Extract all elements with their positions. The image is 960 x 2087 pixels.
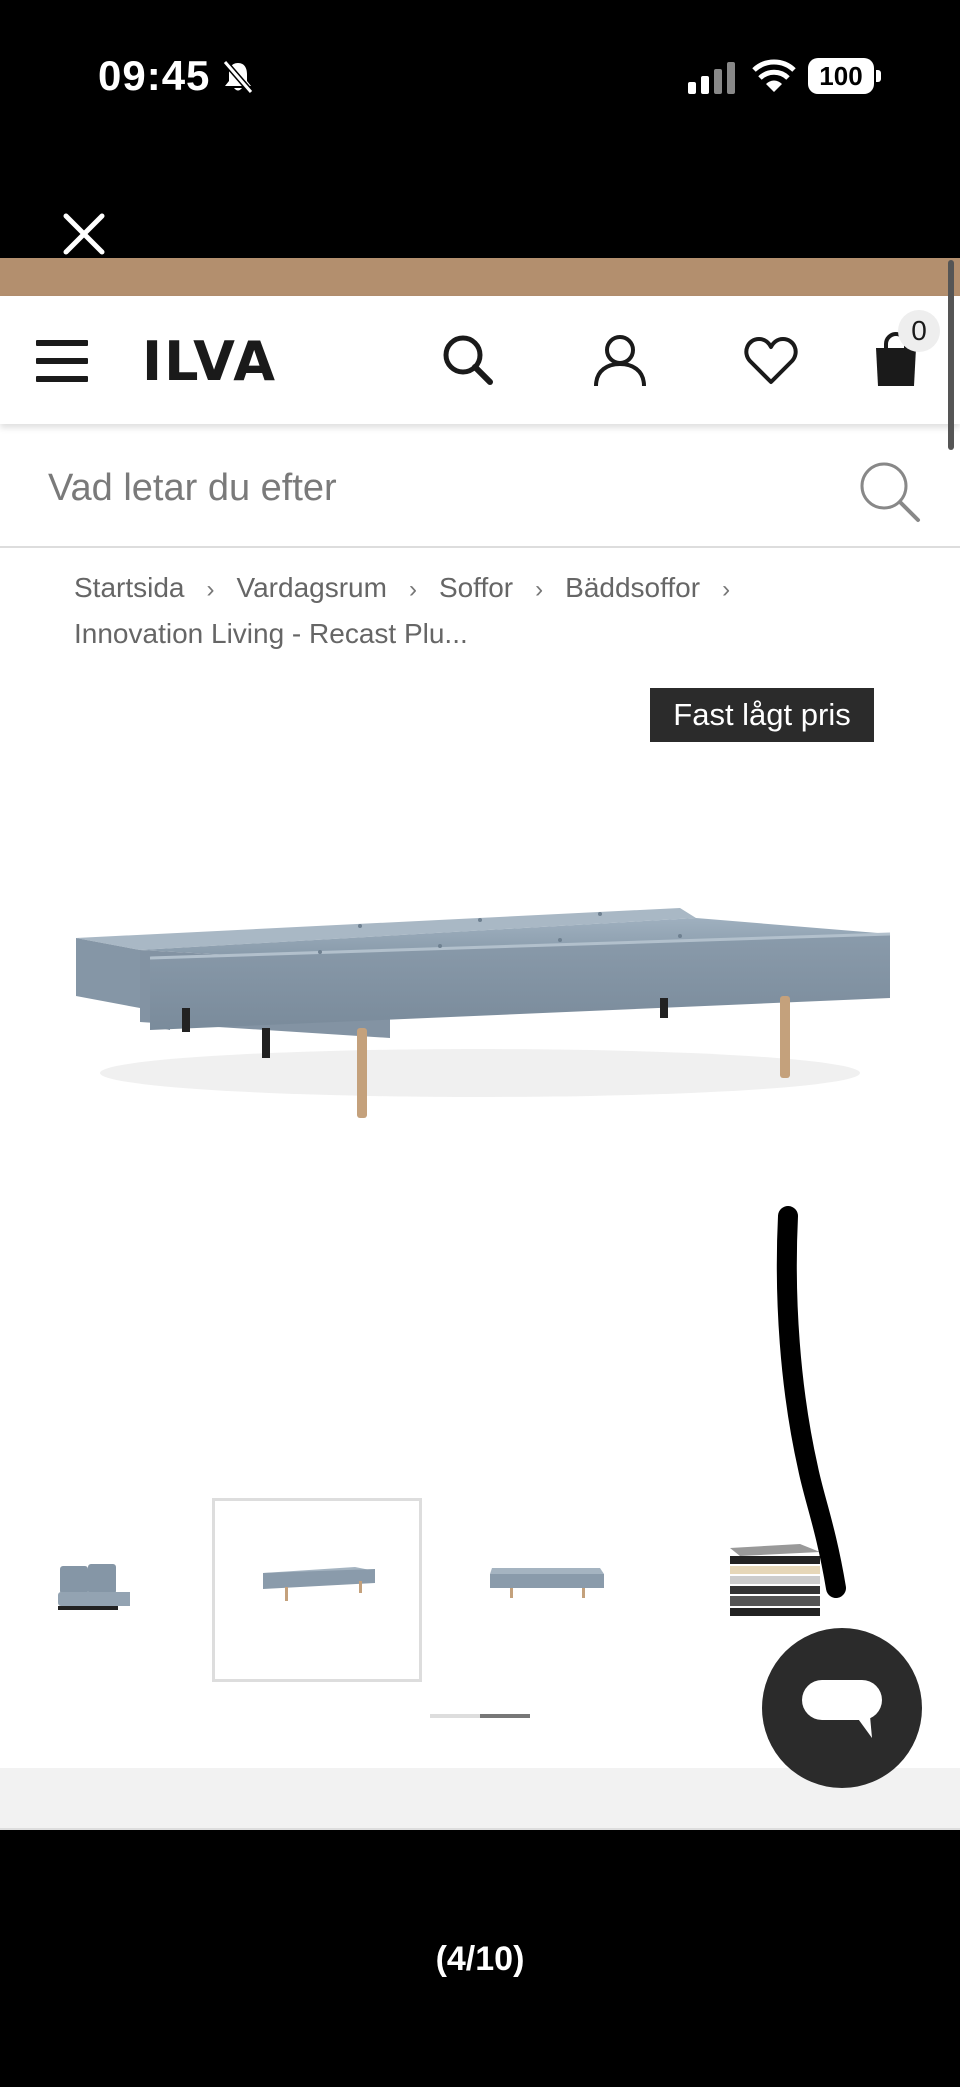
price-badge: Fast lågt pris	[650, 688, 874, 742]
breadcrumb-separator: ›	[206, 576, 215, 603]
site-logo[interactable]: ILVA	[142, 330, 277, 393]
carousel-scroll-indicator	[430, 1714, 530, 1718]
wifi-icon	[752, 59, 796, 92]
page-scrollbar[interactable]	[948, 260, 954, 450]
search-bar	[0, 426, 960, 548]
breadcrumb-separator: ›	[535, 576, 544, 603]
product-main-image[interactable]	[60, 898, 900, 1158]
search-icon[interactable]	[440, 332, 496, 388]
account-icon[interactable]	[592, 332, 648, 388]
breadcrumb-item-baddsoffor[interactable]: Bäddsoffor	[565, 566, 700, 610]
thumbnail-sofa-upright[interactable]	[0, 1498, 130, 1682]
breadcrumb-item-current-product: Innovation Living - Recast Plu...	[74, 618, 468, 649]
silent-bell-icon	[222, 60, 254, 94]
cart-count-badge: 0	[898, 310, 940, 352]
search-input[interactable]	[48, 458, 828, 518]
status-bar: 09:45 100	[0, 0, 960, 160]
carousel-scroll-thumb	[480, 1714, 530, 1718]
thumbnail-sofa-bed-open[interactable]	[212, 1498, 422, 1682]
breadcrumb-item-vardagsrum[interactable]: Vardagsrum	[237, 566, 387, 610]
gallery-counter: (4/10)	[435, 1940, 525, 1978]
status-time: 09:45	[98, 52, 211, 99]
chat-bubble-icon	[802, 1680, 882, 1738]
breadcrumb-item-startsida[interactable]: Startsida	[74, 566, 185, 610]
promo-strip	[0, 258, 960, 296]
breadcrumb-separator: ›	[408, 576, 417, 603]
breadcrumb-separator: ›	[722, 576, 731, 603]
site-header: ILVA 0	[0, 296, 960, 424]
thumbnail-sofa-flat[interactable]	[440, 1498, 650, 1682]
search-submit-icon[interactable]	[858, 460, 922, 524]
cellular-signal-icon	[688, 62, 735, 94]
close-icon[interactable]	[60, 210, 108, 258]
web-viewport: ILVA 0 Startsida › Vardagsrum › Soffor › Bädds…	[0, 258, 960, 1830]
breadcrumb-item-soffor[interactable]: Soffor	[439, 566, 513, 610]
heart-icon[interactable]	[744, 336, 798, 386]
chat-button[interactable]	[762, 1628, 922, 1788]
battery-icon: 100	[808, 58, 881, 94]
hamburger-menu-icon[interactable]	[36, 340, 88, 382]
breadcrumb: Startsida › Vardagsrum › Soffor › Bäddsoffor › I…	[74, 566, 904, 656]
